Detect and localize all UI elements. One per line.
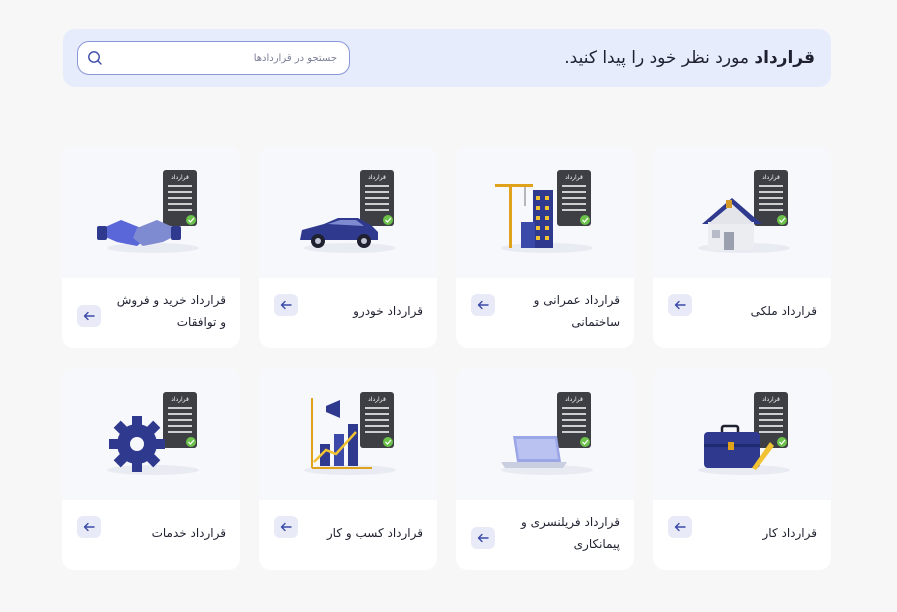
- page-title-bold: قرارداد: [754, 48, 815, 68]
- arrow-left-icon[interactable]: [668, 516, 692, 538]
- search-icon[interactable]: [86, 49, 104, 67]
- construction-contract-icon: قرارداد: [456, 146, 634, 278]
- doc-tag: قرارداد: [565, 396, 583, 403]
- contract-card-business[interactable]: قرارداد قرارداد کسب و کار: [259, 368, 437, 570]
- contract-card-freelance[interactable]: قرارداد قرارداد فریلنسری و پیمانکاری: [456, 368, 634, 570]
- contract-card-label: قرارداد ملکی: [750, 304, 817, 318]
- laptop-contract-icon: قرارداد: [456, 368, 634, 500]
- arrow-left-icon[interactable]: [471, 294, 495, 316]
- arrow-left-icon[interactable]: [77, 516, 101, 538]
- contract-card-label: قرارداد خدمات: [151, 526, 226, 540]
- search-placeholder: جستجو در قراردادها: [253, 52, 337, 64]
- business-chart-contract-icon: قرارداد: [259, 368, 437, 500]
- contract-card-label: قرارداد خرید و فروش و توافقات: [116, 293, 226, 329]
- doc-tag: قرارداد: [171, 174, 189, 181]
- contract-card-label: قرارداد کار: [762, 526, 818, 540]
- arrow-left-icon[interactable]: [274, 294, 298, 316]
- contract-card-label: قرارداد عمرانی و ساختمانی: [533, 293, 620, 329]
- page-title-rest: مورد نظر خود را پیدا کنید.: [564, 48, 755, 68]
- arrow-left-icon[interactable]: [471, 527, 495, 549]
- handshake-contract-icon: قرارداد: [62, 146, 240, 278]
- doc-tag: قرارداد: [368, 174, 386, 181]
- contract-card-label: قرارداد خودرو: [353, 304, 423, 318]
- contract-card-trade[interactable]: قرارداد قرارداد خرید و فروش و توافقات: [62, 146, 240, 348]
- car-contract-icon: قرارداد: [259, 146, 437, 278]
- contract-card-car[interactable]: قرارداد قرارداد خودرو: [259, 146, 437, 348]
- contract-card-employment[interactable]: قرارداد قرارداد کار: [653, 368, 831, 570]
- search-input[interactable]: جستجو در قراردادها: [77, 41, 350, 75]
- arrow-left-icon[interactable]: [668, 294, 692, 316]
- house-contract-icon: قرارداد: [653, 146, 831, 278]
- contract-card-property[interactable]: قرارداد قرارداد ملکی: [653, 146, 831, 348]
- briefcase-contract-icon: قرارداد: [653, 368, 831, 500]
- arrow-left-icon[interactable]: [77, 305, 101, 327]
- search-banner: قرارداد مورد نظر خود را پیدا کنید. جستجو…: [63, 29, 831, 87]
- doc-tag: قرارداد: [762, 174, 780, 181]
- doc-tag: قرارداد: [368, 396, 386, 403]
- doc-tag: قرارداد: [762, 396, 780, 403]
- arrow-left-icon[interactable]: [274, 516, 298, 538]
- doc-tag: قرارداد: [171, 396, 189, 403]
- contract-card-services[interactable]: قرارداد قرارداد خدمات: [62, 368, 240, 570]
- contract-card-label: قرارداد کسب و کار: [326, 526, 423, 540]
- page-title: قرارداد مورد نظر خود را پیدا کنید.: [564, 48, 815, 68]
- contract-card-label: قرارداد فریلنسری و پیمانکاری: [521, 515, 620, 551]
- contract-card-construction[interactable]: قرارداد قرارداد عمرانی و ساختمانی: [456, 146, 634, 348]
- doc-tag: قرارداد: [565, 174, 583, 181]
- gear-contract-icon: قرارداد: [62, 368, 240, 500]
